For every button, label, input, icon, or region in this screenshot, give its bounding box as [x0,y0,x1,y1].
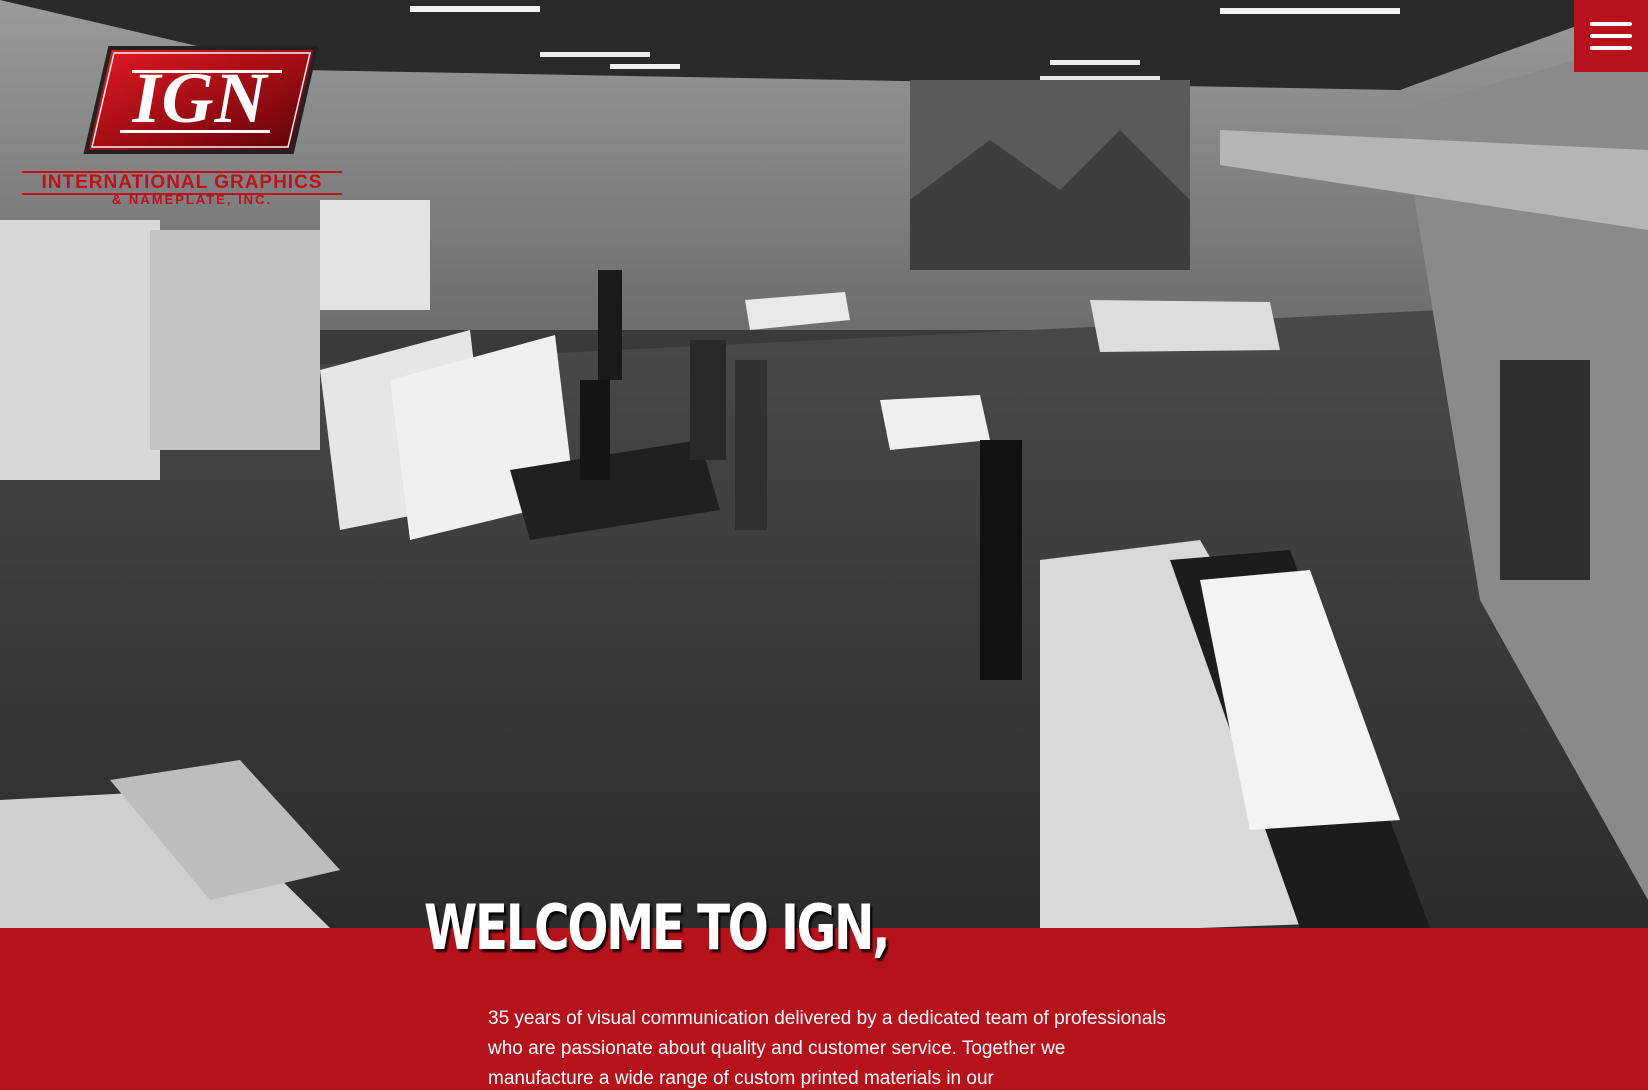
logo-mark: IGN [132,58,268,138]
logo-company-name: INTERNATIONAL GRAPHICS [41,172,323,193]
menu-bar-top [1590,22,1632,26]
menu-bar-bottom [1590,46,1632,50]
welcome-heading: WELCOME TO IGN, [424,891,891,964]
site-logo[interactable]: IGN INTERNATIONAL GRAPHICS & NAMEPLATE, … [22,44,342,209]
home-page: IGN INTERNATIONAL GRAPHICS & NAMEPLATE, … [0,0,1648,1090]
logo-company-suffix: & NAMEPLATE, INC. [111,192,273,207]
menu-bar-middle [1590,34,1632,38]
menu-button[interactable] [1574,0,1648,72]
welcome-paragraph: 35 years of visual communication deliver… [488,1008,1167,1089]
